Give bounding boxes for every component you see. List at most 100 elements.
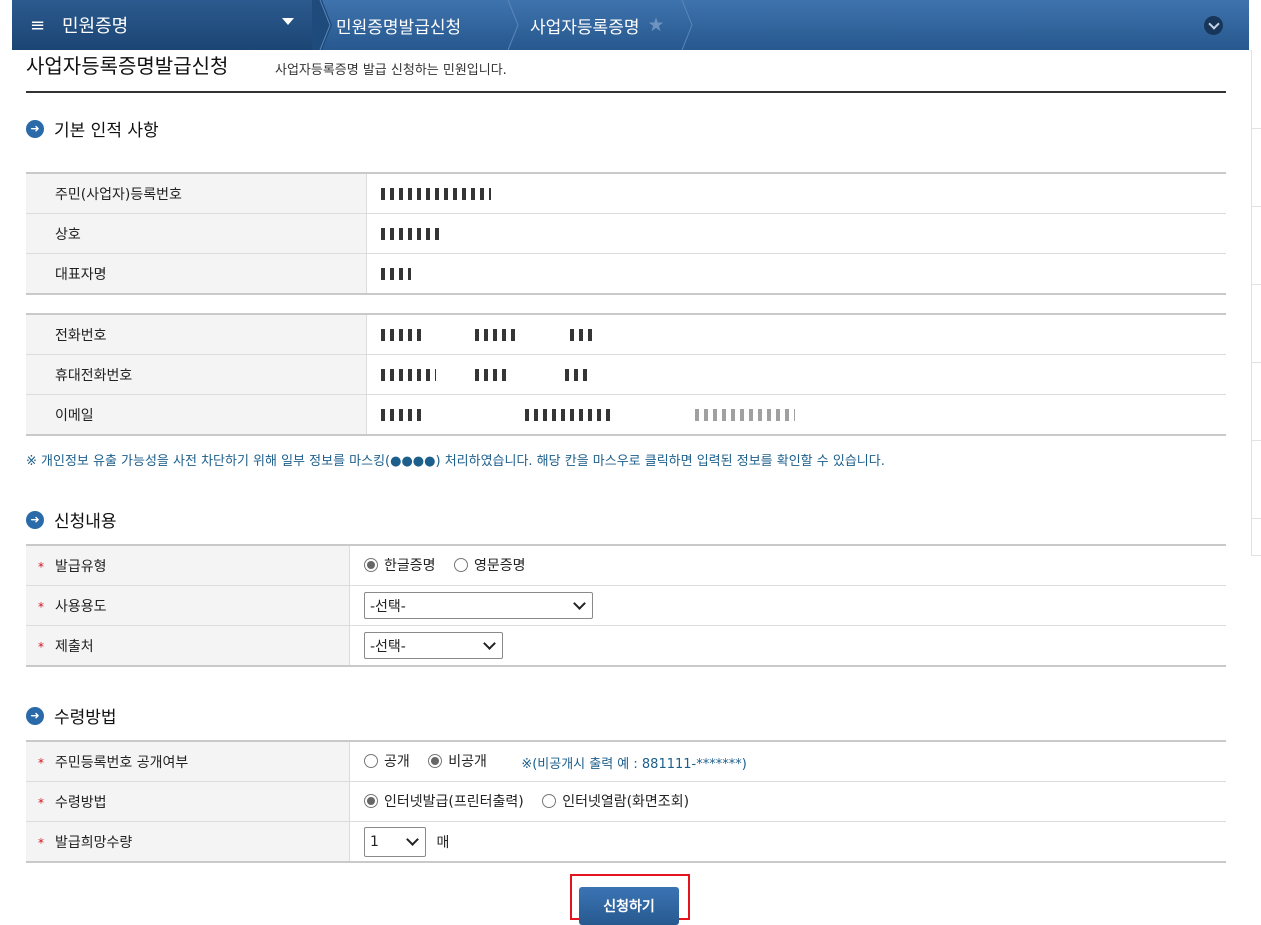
table-row: * 발급유형 한글증명 영문증명 xyxy=(26,544,1226,586)
submit-button[interactable]: 신청하기 xyxy=(579,887,679,925)
required-asterisk-icon: * xyxy=(38,559,44,574)
section-title: 수령방법 xyxy=(54,708,117,728)
radio-label: 인터넷열람(화면조회) xyxy=(562,794,690,810)
row-label: 전화번호 xyxy=(26,313,367,355)
radio-internet-view[interactable]: 인터넷열람(화면조회) xyxy=(542,791,689,811)
mobile-number-value[interactable] xyxy=(366,354,1226,395)
basic-info-table-a: 주민(사업자)등록번호 상호 대표자명 xyxy=(26,172,1226,295)
page-description: 사업자등록증명 발급 신청하는 민원입니다. xyxy=(275,63,507,78)
table-row: 상호 xyxy=(26,213,1226,254)
radio-disclose[interactable]: 공개 xyxy=(364,751,410,771)
hamburger-menu-icon: ≡ xyxy=(30,14,46,36)
breadcrumb-item-business-cert[interactable]: 사업자등록증명 ★ xyxy=(530,0,665,50)
arrow-circle-icon: ➜ xyxy=(26,706,44,725)
top-nav-bar: ≡ 민원증명 민원증명발급신청 사업자등록증명 ★ xyxy=(12,0,1249,50)
required-asterisk-icon: * xyxy=(38,639,44,654)
required-asterisk-icon: * xyxy=(38,795,44,810)
masked-value xyxy=(564,368,590,381)
row-label: 발급희망수량 xyxy=(55,834,133,851)
phone-number-value[interactable] xyxy=(366,313,1226,355)
radio-checked-icon xyxy=(364,558,378,572)
row-label: 휴대전화번호 xyxy=(26,354,367,395)
masking-notice: ※ 개인정보 유출 가능성을 사전 차단하기 위해 일부 정보를 마스킹(●●●… xyxy=(26,454,885,469)
breadcrumb-item-issue-request[interactable]: 민원증명발급신청 xyxy=(336,0,461,50)
quantity-select[interactable]: 1 xyxy=(364,826,426,857)
masked-value xyxy=(381,328,421,341)
arrow-circle-icon: ➜ xyxy=(26,510,44,529)
breadcrumb-label: 사업자등록증명 xyxy=(530,17,640,38)
representative-name-value[interactable] xyxy=(366,253,1226,295)
row-label: 대표자명 xyxy=(26,253,367,295)
breadcrumb-label: 민원증명발급신청 xyxy=(336,17,462,38)
quantity-unit: 매 xyxy=(436,834,450,851)
side-panel-edge xyxy=(1251,50,1261,556)
company-name-value[interactable] xyxy=(366,213,1226,254)
required-asterisk-icon: * xyxy=(38,599,44,614)
collapse-chevron-icon[interactable] xyxy=(1204,16,1223,35)
table-row: 휴대전화번호 xyxy=(26,354,1226,395)
radio-unchecked-icon xyxy=(364,754,378,768)
radio-label: 공개 xyxy=(384,754,410,770)
masked-value xyxy=(381,408,426,421)
radio-label: 비공개 xyxy=(448,754,487,770)
required-asterisk-icon: * xyxy=(38,835,44,850)
table-row: 이메일 xyxy=(26,394,1226,436)
favorite-star-icon[interactable]: ★ xyxy=(647,14,664,36)
radio-label: 인터넷발급(프린터출력) xyxy=(384,794,524,810)
radio-checked-icon xyxy=(428,754,443,768)
arrow-circle-icon: ➜ xyxy=(26,119,44,138)
breadcrumb-separator xyxy=(312,0,332,50)
section-heading-basic-info: ➜ 기본 인적 사항 xyxy=(26,116,159,141)
table-row: 대표자명 xyxy=(26,253,1226,295)
page-header: 사업자등록증명발급신청 사업자등록증명 발급 신청하는 민원입니다. xyxy=(26,50,1226,93)
table-row: 전화번호 xyxy=(26,313,1226,355)
dropdown-caret-icon xyxy=(282,18,294,25)
table-row: * 발급희망수량 1 매 xyxy=(26,821,1226,863)
table-row: 주민(사업자)등록번호 xyxy=(26,172,1226,214)
radio-checked-icon xyxy=(364,794,378,808)
disclosure-hint: ※(비공개시 출력 예 : 881111-*******) xyxy=(521,757,747,772)
chevron-down-icon xyxy=(406,833,419,846)
radio-korean-cert[interactable]: 한글증명 xyxy=(364,555,436,575)
masked-value xyxy=(475,368,511,381)
submit-to-select[interactable]: -선택- xyxy=(364,632,503,659)
table-row: * 수령방법 인터넷발급(프린터출력) 인터넷열람(화면조회) xyxy=(26,781,1226,822)
row-label: 제출처 xyxy=(55,638,94,655)
chevron-down-icon xyxy=(573,597,586,610)
select-value: 1 xyxy=(370,833,379,850)
breadcrumb-separator xyxy=(506,0,526,50)
radio-unchecked-icon xyxy=(542,794,557,808)
required-asterisk-icon: * xyxy=(38,755,44,770)
basic-info-table-b: 전화번호 휴대전화번호 이메일 xyxy=(26,313,1226,436)
radio-english-cert[interactable]: 영문증명 xyxy=(453,555,526,575)
table-row: * 사용용도 -선택- xyxy=(26,585,1226,626)
submit-highlight-box: 신청하기 xyxy=(570,874,690,925)
email-value[interactable] xyxy=(366,394,1226,436)
radio-internet-issue[interactable]: 인터넷발급(프린터출력) xyxy=(364,791,524,811)
select-value: -선택- xyxy=(370,598,406,615)
masked-value xyxy=(381,368,436,381)
row-label: 사용용도 xyxy=(55,598,107,615)
table-row: * 주민등록번호 공개여부 공개 비공개 ※(비공개시 출력 예 : 881111… xyxy=(26,740,1226,782)
row-label: 주민(사업자)등록번호 xyxy=(26,172,367,214)
radio-unchecked-icon xyxy=(453,558,468,572)
table-row: * 제출처 -선택- xyxy=(26,625,1226,667)
masked-value xyxy=(381,187,491,200)
radio-label: 한글증명 xyxy=(384,558,436,574)
masked-value xyxy=(381,227,441,240)
section-heading-receive: ➜ 수령방법 xyxy=(26,703,117,728)
masked-value xyxy=(525,408,616,421)
receive-table: * 주민등록번호 공개여부 공개 비공개 ※(비공개시 출력 예 : 881111… xyxy=(26,740,1226,863)
masked-value xyxy=(569,328,595,341)
chevron-down-icon xyxy=(483,637,496,650)
row-label: 발급유형 xyxy=(55,558,107,575)
radio-nondisclose[interactable]: 비공개 xyxy=(428,751,487,771)
masked-value xyxy=(475,328,516,341)
main-menu-toggle[interactable]: ≡ 민원증명 xyxy=(12,0,312,50)
section-title: 신청내용 xyxy=(54,512,117,532)
select-value: -선택- xyxy=(370,638,406,655)
masked-value xyxy=(381,267,411,280)
row-label: 이메일 xyxy=(26,394,367,436)
usage-select[interactable]: -선택- xyxy=(364,592,593,619)
registration-number-value[interactable] xyxy=(366,172,1226,214)
